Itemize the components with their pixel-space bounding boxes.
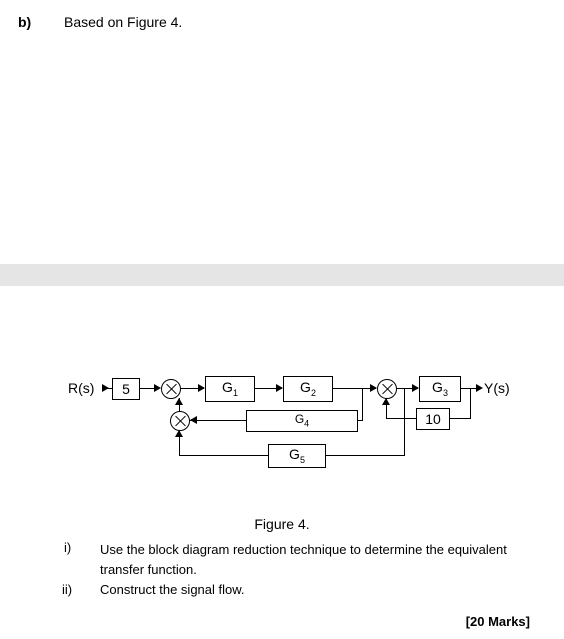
arrow-icon	[382, 398, 390, 405]
wire	[404, 388, 405, 455]
summing-junction	[170, 411, 190, 431]
g1-base: G	[222, 379, 233, 395]
block-gain: 5	[112, 378, 140, 400]
separator-bar	[0, 264, 564, 286]
subpart-ii-label: ii)	[62, 582, 72, 597]
wire	[470, 388, 471, 418]
figure-caption: Figure 4.	[0, 516, 564, 532]
block-g4-label: G4	[295, 413, 309, 428]
question-intro: Based on Figure 4.	[64, 14, 182, 30]
g2-base: G	[300, 379, 311, 395]
g4-sub: 4	[304, 419, 309, 429]
g3-base: G	[432, 379, 443, 395]
arrow-icon	[198, 384, 205, 392]
g1-sub: 1	[233, 388, 238, 398]
arrow-icon	[190, 416, 197, 424]
marks-label: [20 Marks]	[466, 614, 530, 629]
page: b) Based on Figure 4. R(s) 5 G1 G2	[0, 0, 564, 639]
arrow-icon	[175, 398, 183, 405]
arrow-icon	[476, 384, 483, 392]
wire	[386, 418, 416, 419]
wire	[179, 455, 268, 456]
g3-sub: 3	[443, 388, 448, 398]
block-g5-label: G5	[289, 447, 305, 465]
wire	[357, 420, 363, 421]
summing-junction	[377, 379, 397, 399]
arrow-icon	[175, 430, 183, 437]
block-g2-label: G2	[300, 380, 316, 398]
block-g2: G2	[283, 376, 333, 402]
arrow-icon	[412, 384, 419, 392]
input-label: R(s)	[68, 380, 94, 396]
g2-sub: 2	[311, 388, 316, 398]
output-label: Y(s)	[484, 380, 510, 396]
subpart-ii-text: Construct the signal flow.	[100, 582, 540, 597]
g5-sub: 5	[300, 455, 305, 465]
block-g4: G4	[246, 410, 358, 432]
wire	[362, 388, 363, 420]
arrow-icon	[276, 384, 283, 392]
block-g1: G1	[205, 376, 255, 402]
block-gain-label: 5	[122, 382, 130, 396]
block-g1-label: G1	[222, 380, 238, 398]
arrow-icon	[370, 384, 377, 392]
block-ten-label: 10	[425, 412, 441, 426]
summing-junction	[161, 379, 181, 399]
subpart-i-label: i)	[64, 540, 71, 555]
block-ten: 10	[416, 408, 450, 430]
block-g3: G3	[419, 376, 461, 402]
g4-base: G	[295, 412, 304, 426]
block-g3-label: G3	[432, 380, 448, 398]
part-label: b)	[18, 14, 31, 30]
wire	[190, 420, 246, 421]
arrow-icon	[154, 384, 161, 392]
block-g5: G5	[268, 444, 326, 468]
wire	[102, 388, 112, 389]
wire	[325, 455, 405, 456]
wire	[449, 418, 471, 419]
g5-base: G	[289, 446, 300, 462]
subpart-i-text: Use the block diagram reduction techniqu…	[100, 540, 540, 579]
block-diagram: R(s) 5 G1 G2	[78, 376, 538, 496]
